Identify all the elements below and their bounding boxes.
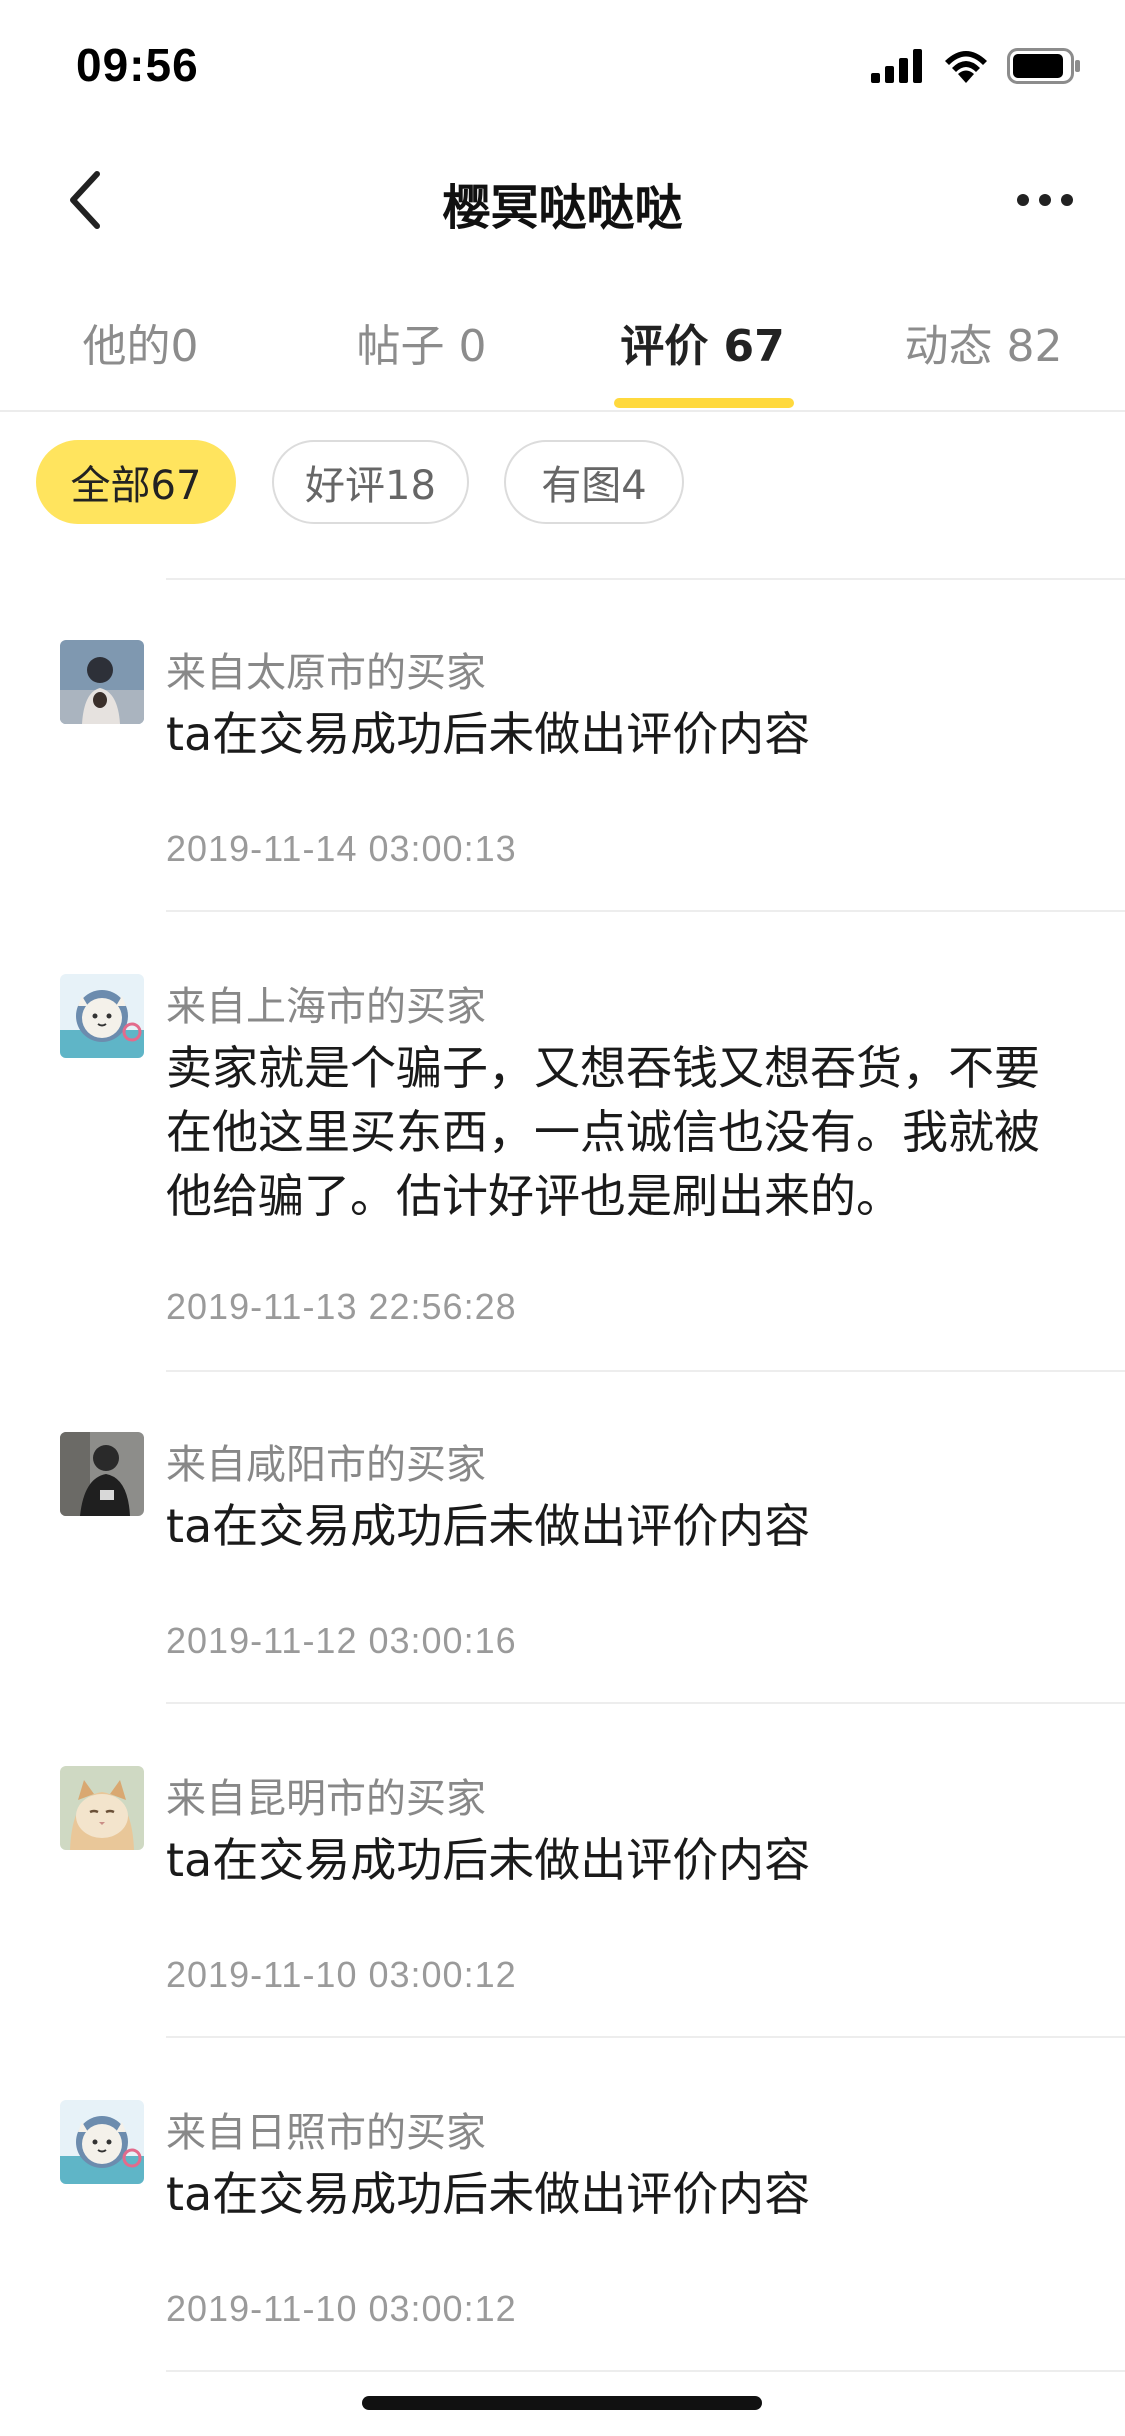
review-content: 卖家就是个骗子，又想吞钱又想吞货，不要在他这里买东西，一点诚信也没有。我就被他给… — [166, 1041, 1040, 1223]
divider — [166, 1702, 1125, 1704]
review-buyer-location: 来自日照市的买家 — [166, 2110, 486, 2156]
review-item[interactable]: 来自太原市的买家 ta在交易成功后未做出评价内容 2019-11-14 03:0… — [0, 640, 1125, 912]
more-dot-icon — [1061, 194, 1073, 206]
page-title: 樱冥哒哒哒 — [442, 180, 683, 236]
photo-avatar-icon[interactable] — [60, 640, 144, 724]
wifi-icon — [943, 49, 989, 87]
more-options-button[interactable] — [1005, 165, 1085, 235]
home-indicator[interactable] — [362, 2396, 762, 2410]
battery-icon — [1007, 48, 1081, 88]
divider — [166, 2370, 1125, 2372]
filter-all-chip[interactable]: 全部67 — [36, 440, 236, 524]
more-dot-icon — [1017, 194, 1029, 206]
review-date: 2019-11-14 03:00:13 — [166, 828, 517, 869]
more-dot-icon — [1039, 194, 1051, 206]
review-buyer-location: 来自昆明市的买家 — [166, 1776, 486, 1822]
review-date: 2019-11-13 22:56:28 — [166, 1286, 517, 1327]
photo-avatar-icon[interactable] — [60, 1432, 144, 1516]
review-buyer-location: 来自上海市的买家 — [166, 984, 486, 1030]
status-time: 09:56 — [76, 39, 199, 91]
active-tab-indicator — [614, 398, 794, 408]
tab-posts[interactable]: 帖子 0 — [281, 310, 562, 374]
review-item[interactable]: 来自上海市的买家 卖家就是个骗子，又想吞钱又想吞货，不要在他这里买东西，一点诚信… — [0, 974, 1125, 1372]
status-icons — [871, 48, 1081, 88]
cartoon-cat-avatar-icon[interactable] — [60, 2100, 144, 2184]
divider — [166, 1370, 1125, 1372]
review-item[interactable]: 来自咸阳市的买家 ta在交易成功后未做出评价内容 2019-11-12 03:0… — [0, 1432, 1125, 1704]
divider — [166, 910, 1125, 912]
divider — [166, 578, 1125, 580]
review-content: ta在交易成功后未做出评价内容 — [166, 1833, 811, 1887]
app-screen: 09:56 樱冥哒哒哒 他的0 帖子 0 评价 67 动态 82 全部67 好评… — [0, 0, 1125, 2436]
tab-activity[interactable]: 动态 82 — [843, 310, 1124, 374]
review-content: ta在交易成功后未做出评价内容 — [166, 1499, 811, 1553]
review-date: 2019-11-12 03:00:16 — [166, 1620, 517, 1661]
tab-reviews[interactable]: 评价 67 — [562, 310, 843, 374]
review-content: ta在交易成功后未做出评价内容 — [166, 2167, 811, 2221]
review-content: ta在交易成功后未做出评价内容 — [166, 707, 811, 761]
review-filters: 全部67 好评18 有图4 — [0, 440, 1125, 530]
review-item[interactable]: 来自日照市的买家 ta在交易成功后未做出评价内容 2019-11-10 03:0… — [0, 2100, 1125, 2372]
review-buyer-location: 来自咸阳市的买家 — [166, 1442, 486, 1488]
status-bar: 09:56 — [0, 0, 1125, 135]
review-date: 2019-11-10 03:00:12 — [166, 1954, 517, 1995]
review-item[interactable]: 来自昆明市的买家 ta在交易成功后未做出评价内容 2019-11-10 03:0… — [0, 1766, 1125, 2038]
review-buyer-location: 来自太原市的买家 — [166, 650, 486, 696]
tab-his[interactable]: 他的0 — [0, 310, 281, 374]
cartoon-cat-avatar-icon[interactable] — [60, 974, 144, 1058]
cat-photo-avatar-icon[interactable] — [60, 1766, 144, 1850]
signal-icon — [871, 49, 925, 87]
filter-positive-chip[interactable]: 好评18 — [272, 440, 469, 524]
divider — [166, 2036, 1125, 2038]
review-date: 2019-11-10 03:00:12 — [166, 2288, 517, 2329]
profile-tabs: 他的0 帖子 0 评价 67 动态 82 — [0, 290, 1125, 412]
nav-header: 樱冥哒哒哒 — [0, 135, 1125, 265]
filter-with-images-chip[interactable]: 有图4 — [504, 440, 684, 524]
